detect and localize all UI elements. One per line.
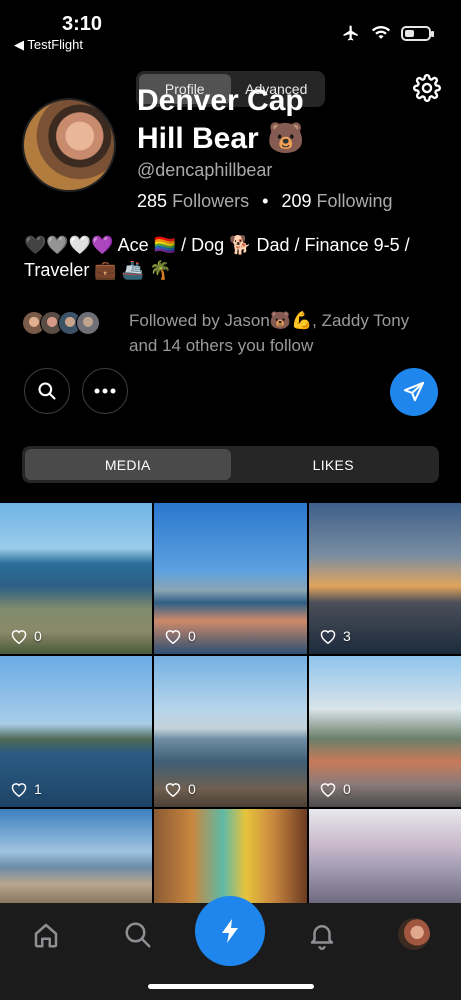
media-grid: 0 0 3 1 0 0: [0, 503, 461, 903]
heart-icon: [320, 630, 336, 644]
heart-icon: [320, 783, 336, 797]
media-tile[interactable]: 0: [154, 656, 307, 807]
gear-icon[interactable]: [413, 74, 441, 102]
battery-icon: [401, 25, 434, 41]
heart-icon: [165, 783, 181, 797]
following-count: 209: [281, 191, 312, 211]
like-count[interactable]: 0: [164, 781, 196, 797]
search-icon: [38, 382, 56, 400]
status-bar: 3:10 ◀ TestFlight: [0, 0, 461, 56]
mutual-avatars: [22, 311, 100, 335]
followed-by-text: Followed by Jason🐻💪, Zaddy Tony and 14 o…: [129, 311, 410, 355]
following-label: Following: [316, 191, 393, 211]
status-icons: [341, 24, 434, 42]
status-time: 3:10: [62, 13, 103, 35]
like-count[interactable]: 1: [10, 781, 42, 797]
tab-likes[interactable]: LIKES: [231, 449, 437, 480]
followers-link[interactable]: 285 Followers: [137, 191, 249, 211]
display-name: Denver Cap Hill Bear 🐻: [137, 84, 305, 155]
back-to-testflight[interactable]: ◀ TestFlight: [14, 37, 83, 53]
search-profile-button[interactable]: [24, 368, 70, 414]
more-button[interactable]: [82, 368, 128, 414]
airplane-icon: [343, 25, 358, 41]
like-count[interactable]: 0: [319, 781, 351, 797]
bolt-icon: [222, 919, 238, 943]
media-tile[interactable]: 0: [0, 503, 152, 654]
media-tile[interactable]: [309, 809, 461, 903]
media-tabs: MEDIA LIKES: [22, 446, 439, 483]
media-tile[interactable]: 1: [0, 656, 152, 807]
followed-by[interactable]: Followed by Jason🐻💪, Zaddy Tony and 14 o…: [22, 308, 442, 358]
wifi-icon: [371, 26, 391, 39]
profile-bio: 🖤🩶🤍💜 Ace 🏳️‍🌈 / Dog 🐕 Dad / Finance 9-5 …: [24, 235, 410, 280]
like-count-value: 1: [34, 781, 42, 797]
followers-label: Followers: [172, 191, 250, 211]
media-tile[interactable]: 0: [154, 503, 307, 654]
profile-avatar[interactable]: [22, 98, 116, 192]
media-tile[interactable]: 0: [309, 656, 461, 807]
search-nav-icon[interactable]: [123, 920, 153, 950]
media-tile[interactable]: [154, 809, 307, 903]
more-icon: [94, 388, 116, 394]
following-link[interactable]: 209 Following: [281, 191, 392, 211]
compose-button[interactable]: [195, 896, 265, 966]
like-count-value: 0: [188, 628, 196, 644]
mutual-avatar: [76, 311, 100, 335]
home-indicator: [148, 984, 314, 989]
like-count[interactable]: 3: [319, 628, 351, 644]
bottom-tab-bar: [0, 896, 461, 1000]
profile-nav-avatar[interactable]: [398, 918, 430, 950]
profile-handle: @dencaphillbear: [137, 160, 273, 180]
like-count-value: 3: [343, 628, 351, 644]
follow-stats: 285 Followers • 209 Following: [137, 191, 393, 212]
send-icon: [403, 381, 425, 402]
media-tile[interactable]: [0, 809, 152, 903]
heart-icon: [165, 630, 181, 644]
like-count-value: 0: [343, 781, 351, 797]
heart-icon: [11, 783, 27, 797]
like-count-value: 0: [188, 781, 196, 797]
followers-count: 285: [137, 191, 168, 211]
send-message-button[interactable]: [390, 368, 438, 416]
heart-icon: [11, 630, 27, 644]
like-count[interactable]: 0: [10, 628, 42, 644]
tab-media[interactable]: MEDIA: [25, 449, 231, 480]
media-tile[interactable]: 3: [309, 503, 461, 654]
home-icon[interactable]: [31, 920, 61, 950]
like-count[interactable]: 0: [164, 628, 196, 644]
stats-separator: •: [262, 191, 269, 211]
like-count-value: 0: [34, 628, 42, 644]
bell-icon[interactable]: [307, 920, 337, 950]
